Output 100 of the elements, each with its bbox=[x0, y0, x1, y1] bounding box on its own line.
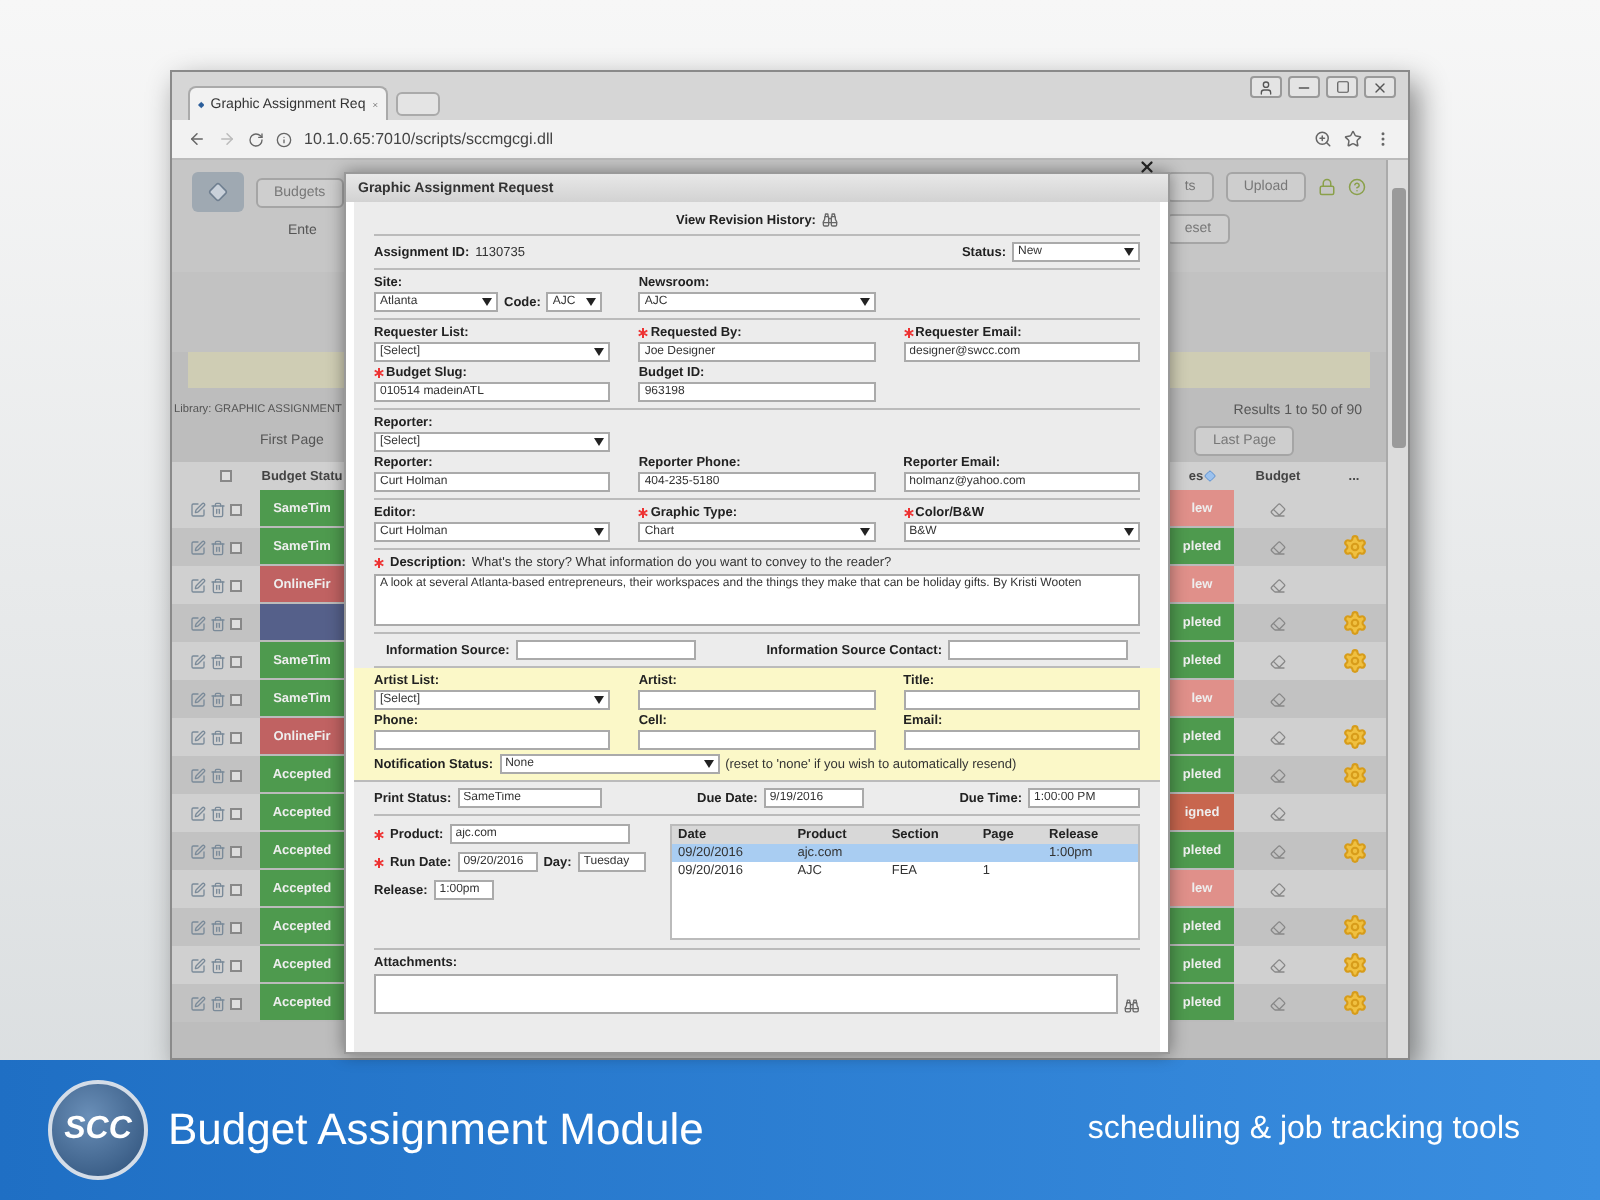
required-icon bbox=[374, 368, 384, 378]
sort-icon[interactable] bbox=[1203, 470, 1216, 482]
eraser-icon[interactable] bbox=[1270, 729, 1286, 745]
checkbox[interactable] bbox=[230, 845, 242, 857]
edit-icon[interactable] bbox=[190, 539, 206, 555]
info-icon[interactable] bbox=[276, 131, 292, 147]
eraser-icon[interactable] bbox=[1270, 767, 1286, 783]
checkbox[interactable] bbox=[230, 807, 242, 819]
forward-icon[interactable] bbox=[218, 130, 236, 148]
close-icon[interactable] bbox=[1138, 158, 1156, 176]
edit-icon[interactable] bbox=[190, 691, 206, 707]
new-tab-button[interactable] bbox=[396, 92, 440, 116]
lock-icon[interactable] bbox=[1318, 178, 1336, 196]
edit-icon[interactable] bbox=[190, 881, 206, 897]
text-field[interactable] bbox=[903, 690, 1140, 710]
trash-icon[interactable] bbox=[210, 767, 226, 783]
eraser-icon[interactable] bbox=[1270, 653, 1286, 669]
profile-button[interactable] bbox=[1250, 76, 1282, 98]
checkbox[interactable] bbox=[230, 617, 242, 629]
edit-icon[interactable] bbox=[190, 577, 206, 593]
checkbox[interactable] bbox=[230, 997, 242, 1009]
gear-icon[interactable] bbox=[1341, 990, 1367, 1016]
eraser-icon[interactable] bbox=[1270, 919, 1286, 935]
edit-icon[interactable] bbox=[190, 767, 206, 783]
trash-icon[interactable] bbox=[210, 539, 226, 555]
checkbox[interactable] bbox=[230, 731, 242, 743]
edit-icon[interactable] bbox=[190, 843, 206, 859]
eraser-icon[interactable] bbox=[1270, 843, 1286, 859]
gear-icon[interactable] bbox=[1341, 762, 1367, 788]
edit-icon[interactable] bbox=[190, 805, 206, 821]
scrollbar[interactable] bbox=[1386, 160, 1408, 1058]
gear-icon[interactable] bbox=[1341, 724, 1367, 750]
trash-icon[interactable] bbox=[210, 881, 226, 897]
trash-icon[interactable] bbox=[210, 729, 226, 745]
reload-icon[interactable] bbox=[248, 131, 264, 147]
trash-icon[interactable] bbox=[210, 577, 226, 593]
text-field[interactable] bbox=[948, 640, 1128, 660]
text-field[interactable] bbox=[903, 730, 1140, 750]
checkbox[interactable] bbox=[230, 503, 242, 515]
eraser-icon[interactable] bbox=[1270, 805, 1286, 821]
site-icon bbox=[198, 97, 205, 111]
checkbox[interactable] bbox=[219, 470, 231, 482]
eraser-icon[interactable] bbox=[1270, 995, 1286, 1011]
edit-icon[interactable] bbox=[190, 919, 206, 935]
edit-icon[interactable] bbox=[190, 957, 206, 973]
text-field[interactable] bbox=[638, 690, 876, 710]
edit-icon[interactable] bbox=[190, 729, 206, 745]
checkbox[interactable] bbox=[230, 883, 242, 895]
gear-icon[interactable] bbox=[1341, 952, 1367, 978]
trash-icon[interactable] bbox=[210, 805, 226, 821]
gear-icon[interactable] bbox=[1341, 838, 1367, 864]
trash-icon[interactable] bbox=[210, 615, 226, 631]
checkbox[interactable] bbox=[230, 541, 242, 553]
eraser-icon[interactable] bbox=[1270, 881, 1286, 897]
restore-icon bbox=[1335, 80, 1349, 94]
text-field[interactable] bbox=[374, 730, 611, 750]
binoculars-icon[interactable] bbox=[1124, 998, 1140, 1014]
restore-button[interactable] bbox=[1326, 76, 1358, 98]
edit-icon[interactable] bbox=[190, 653, 206, 669]
required-icon bbox=[903, 328, 914, 338]
close-window-button[interactable] bbox=[1364, 76, 1396, 98]
trash-icon[interactable] bbox=[210, 919, 226, 935]
trash-icon[interactable] bbox=[210, 691, 226, 707]
eraser-icon[interactable] bbox=[1270, 615, 1286, 631]
trash-icon[interactable] bbox=[210, 995, 226, 1011]
checkbox[interactable] bbox=[230, 769, 242, 781]
text-field[interactable] bbox=[515, 640, 696, 660]
app-logo bbox=[192, 172, 244, 212]
trash-icon[interactable] bbox=[210, 957, 226, 973]
required-icon bbox=[374, 857, 384, 867]
edit-icon[interactable] bbox=[190, 501, 206, 517]
trash-icon[interactable] bbox=[210, 653, 226, 669]
attachments-field[interactable] bbox=[374, 974, 1119, 1014]
edit-icon[interactable] bbox=[190, 995, 206, 1011]
gear-icon[interactable] bbox=[1341, 610, 1367, 636]
checkbox[interactable] bbox=[230, 693, 242, 705]
eraser-icon[interactable] bbox=[1270, 691, 1286, 707]
zoom-icon[interactable] bbox=[1314, 130, 1332, 148]
gear-icon[interactable] bbox=[1341, 648, 1367, 674]
required-icon bbox=[903, 508, 914, 518]
trash-icon[interactable] bbox=[210, 843, 226, 859]
binoculars-icon[interactable] bbox=[821, 212, 838, 228]
checkbox[interactable] bbox=[230, 655, 242, 667]
gear-icon[interactable] bbox=[1341, 914, 1367, 940]
star-icon[interactable] bbox=[1344, 130, 1362, 148]
help-icon[interactable] bbox=[1348, 178, 1366, 196]
eraser-icon[interactable] bbox=[1270, 539, 1286, 555]
checkbox[interactable] bbox=[230, 959, 242, 971]
eraser-icon[interactable] bbox=[1270, 957, 1286, 973]
back-icon[interactable] bbox=[188, 130, 206, 148]
checkbox[interactable] bbox=[230, 579, 242, 591]
minimize-button[interactable] bbox=[1288, 76, 1320, 98]
logo: SCC bbox=[48, 1080, 148, 1180]
eraser-icon[interactable] bbox=[1270, 577, 1286, 593]
gear-icon[interactable] bbox=[1341, 534, 1367, 560]
text-field[interactable] bbox=[638, 730, 876, 750]
checkbox[interactable] bbox=[230, 921, 242, 933]
eraser-icon[interactable] bbox=[1270, 501, 1286, 517]
edit-icon[interactable] bbox=[190, 615, 206, 631]
trash-icon[interactable] bbox=[210, 501, 226, 517]
